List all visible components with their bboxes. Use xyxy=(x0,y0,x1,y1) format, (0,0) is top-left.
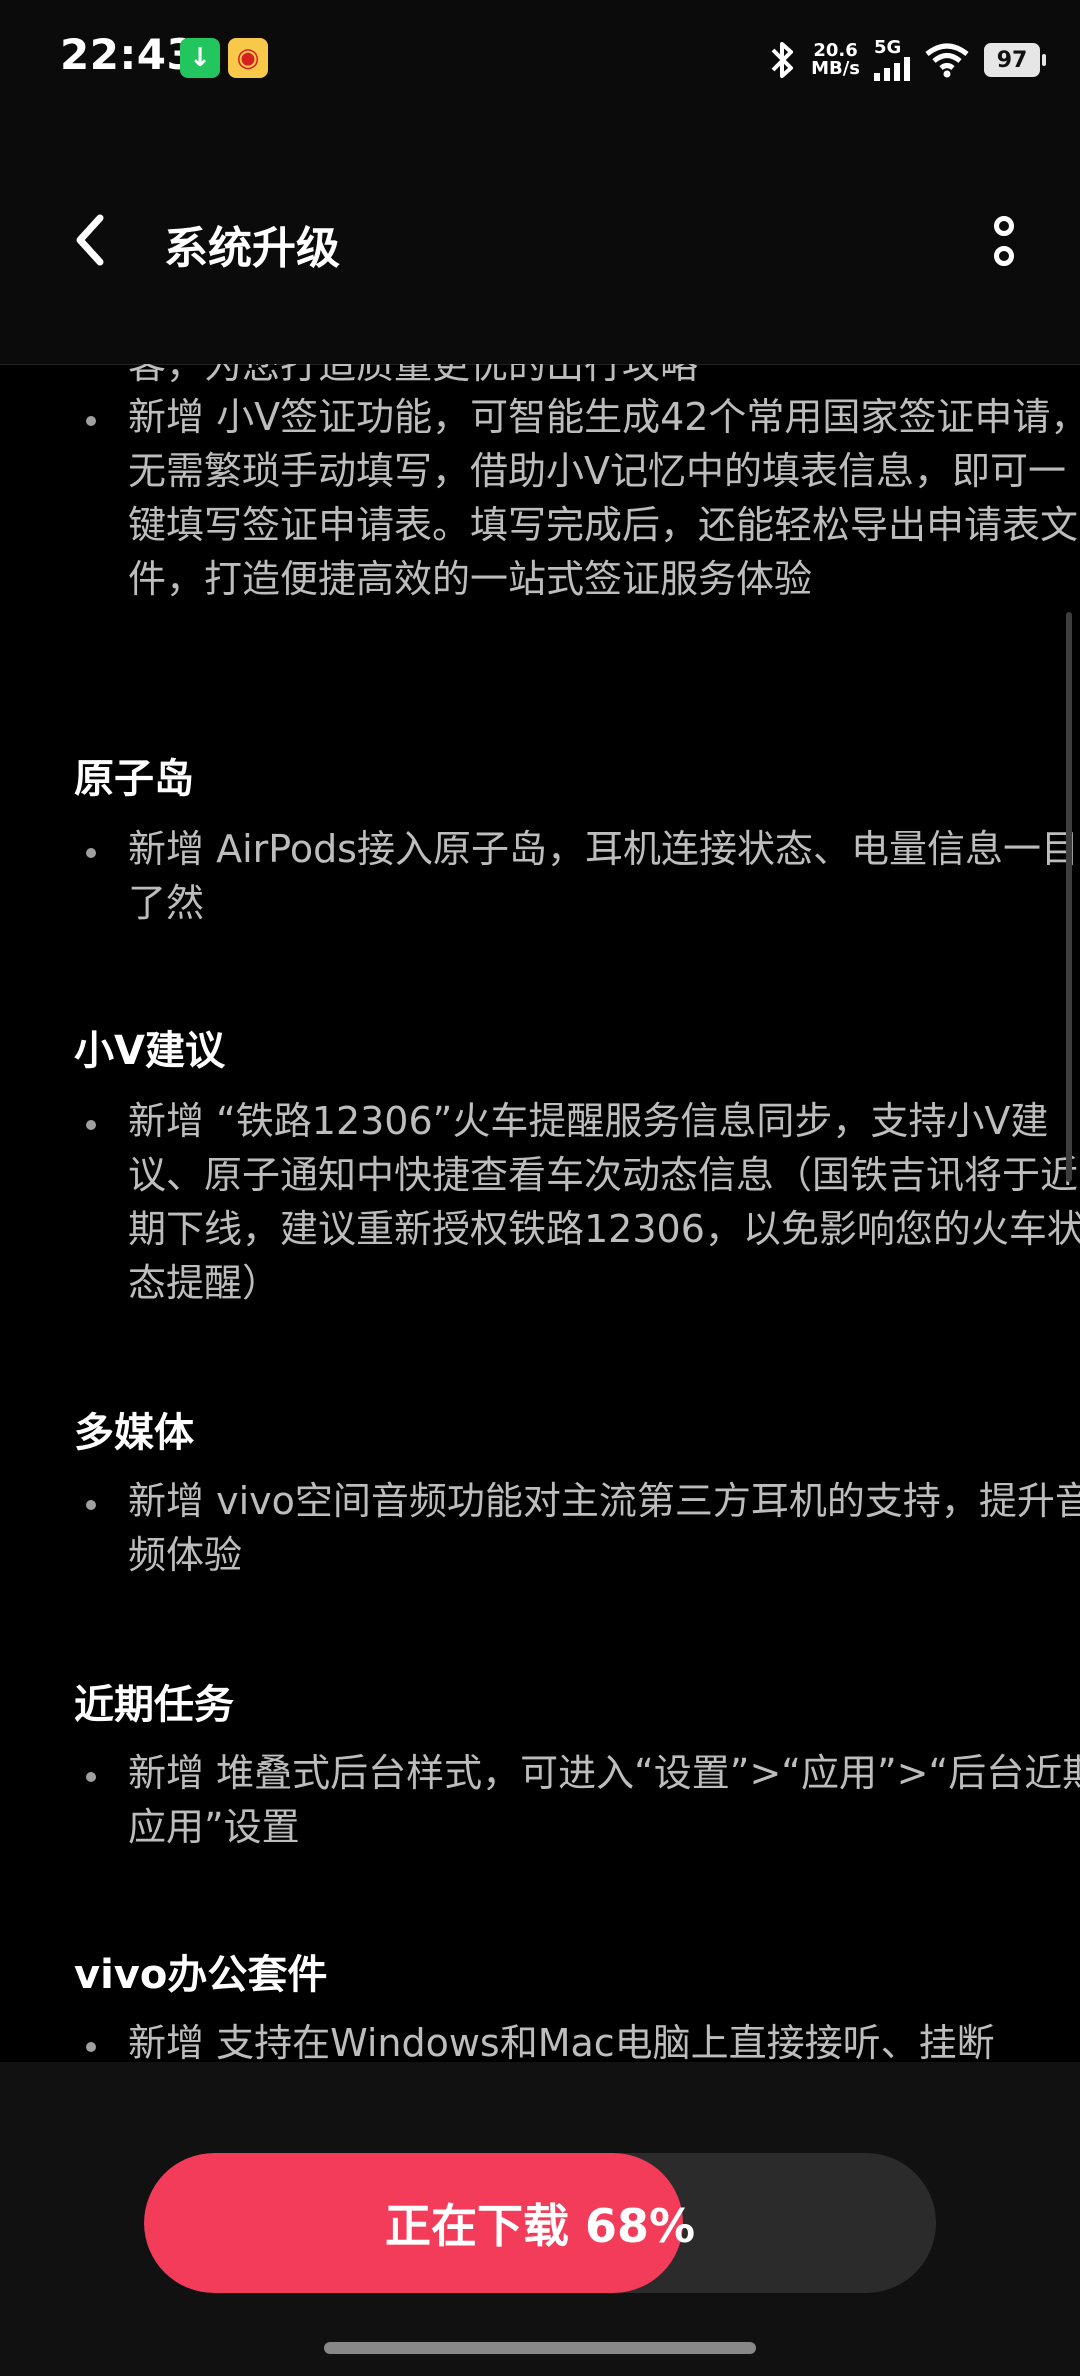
list-item-text: 新增 “铁路12306”火车提醒服务信息同步，支持小V建议、原子通知中快捷查看车… xyxy=(128,1099,1080,1305)
bullet-dot xyxy=(86,416,96,426)
net-speed: 20.6 MB/s xyxy=(811,40,860,79)
download-icon: ↓ xyxy=(180,38,220,78)
network-indicator: 5G xyxy=(874,39,910,81)
download-progress-button[interactable]: 正在下载 68% xyxy=(144,2153,936,2293)
release-notes[interactable]: 客，为您打造质量更优的出行攻略 新增 小V签证功能，可智能生成42个常用国家签证… xyxy=(0,364,1080,2064)
more-vertical-icon xyxy=(994,216,1014,236)
app-header: 系统升级 xyxy=(0,120,1080,365)
signal-icon xyxy=(874,57,910,81)
bullet-dot xyxy=(86,2042,96,2052)
download-label: 正在下载 68% xyxy=(384,2199,696,2253)
status-icons: 20.6 MB/s 5G 97 xyxy=(769,30,1046,90)
cut-off-text: 客，为您打造质量更优的出行攻略 xyxy=(128,364,699,387)
weibo-icon: ◉ xyxy=(228,38,268,78)
status-bar: 22:43 ↓ ◉ 20.6 MB/s 5G 97 xyxy=(0,0,1080,120)
bullet-dot xyxy=(86,1120,96,1130)
list-item-text: 新增 vivo空间音频功能对主流第三方耳机的支持，提升音频体验 xyxy=(128,1479,1080,1577)
more-options-button[interactable] xyxy=(986,206,1022,276)
section-title: vivo办公套件 xyxy=(74,1952,328,1998)
bullet-dot xyxy=(86,1772,96,1782)
section-title: 小V建议 xyxy=(74,1028,225,1074)
bluetooth-icon xyxy=(769,40,797,80)
scrollbar[interactable] xyxy=(1066,612,1072,1182)
bullet-dot xyxy=(86,848,96,858)
status-time: 22:43 xyxy=(60,30,197,79)
wifi-icon xyxy=(924,42,970,78)
home-indicator[interactable] xyxy=(324,2342,756,2354)
chevron-left-icon xyxy=(76,214,104,266)
back-button[interactable] xyxy=(60,210,120,270)
list-item-text: 新增 AirPods接入原子岛，耳机连接状态、电量信息一目了然 xyxy=(128,827,1079,925)
bullet-dot xyxy=(86,1500,96,1510)
page-title: 系统升级 xyxy=(164,223,340,274)
network-type: 5G xyxy=(874,37,902,58)
list-item-text: 新增 堆叠式后台样式，可进入“设置”>“应用”>“后台近期应用”设置 xyxy=(128,1751,1080,1849)
list-item-text: 新增 支持在Windows和Mac电脑上直接接听、挂断 xyxy=(128,2021,995,2064)
list-item-text: 新增 小V签证功能，可智能生成42个常用国家签证申请，无需繁琐手动填写，借助小V… xyxy=(128,395,1080,601)
section-title: 原子岛 xyxy=(74,756,194,802)
section-title: 近期任务 xyxy=(74,1682,234,1728)
section-title: 多媒体 xyxy=(74,1410,194,1456)
battery-indicator: 97 xyxy=(984,43,1046,77)
